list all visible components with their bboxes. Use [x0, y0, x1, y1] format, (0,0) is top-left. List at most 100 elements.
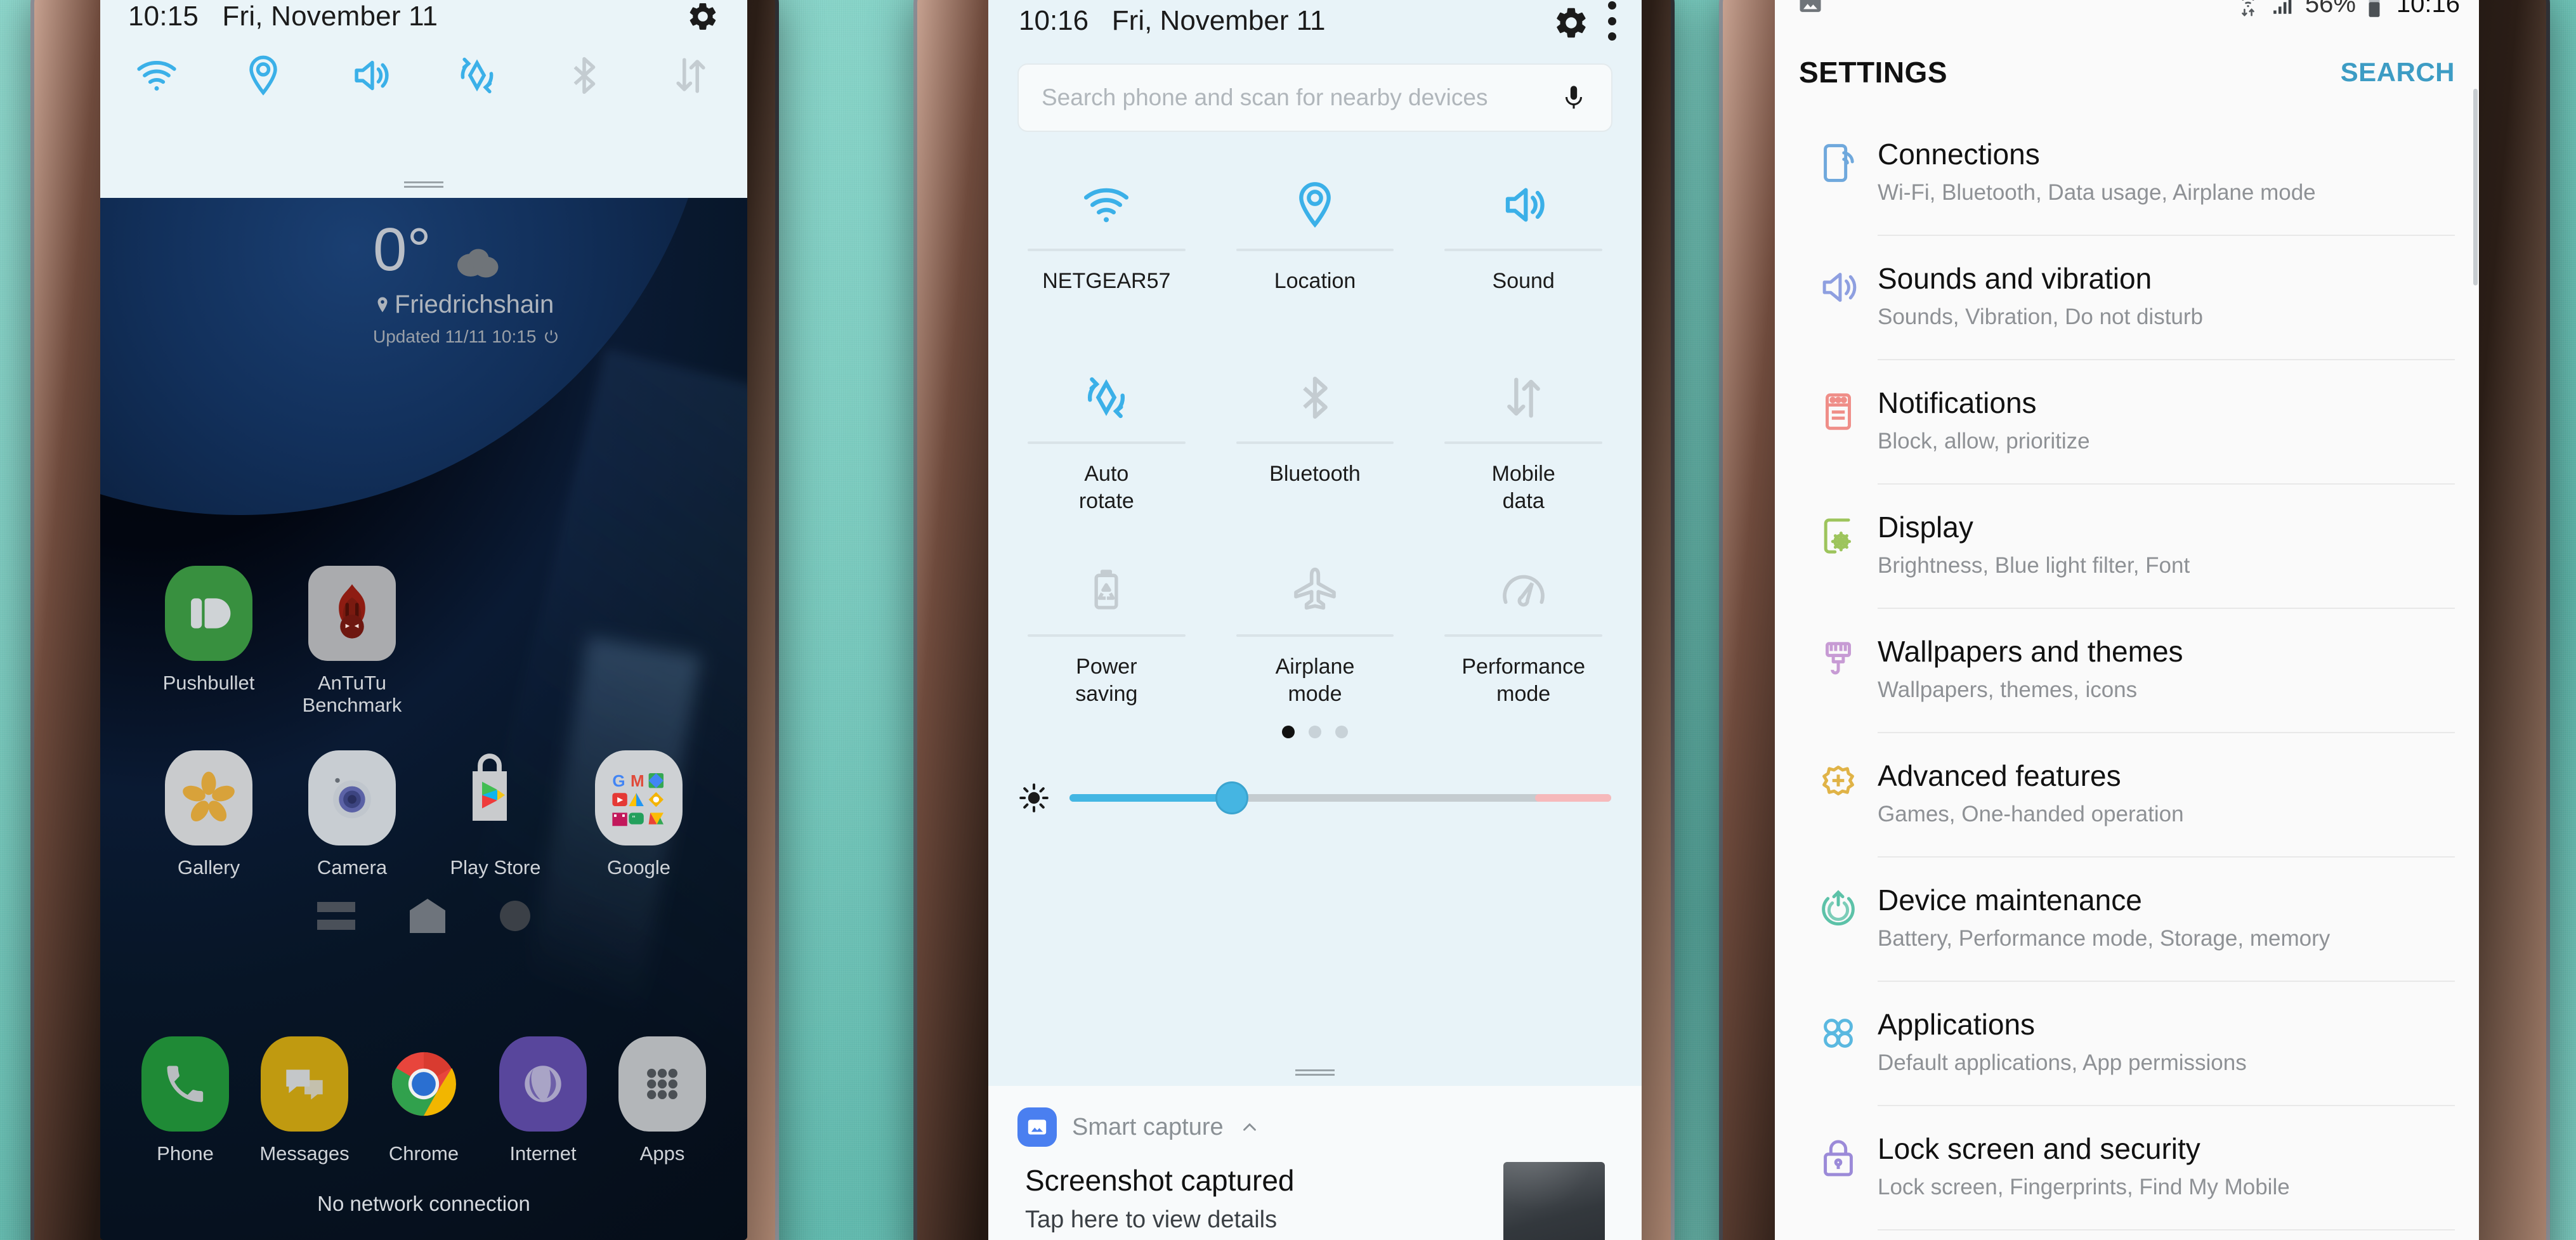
- chevron-up-icon[interactable]: [1239, 1116, 1260, 1138]
- p2-tile-row-1: NETGEAR57 Location Sound: [1002, 153, 1628, 323]
- back-icon[interactable]: [500, 901, 530, 931]
- tile-label: NETGEAR57: [1042, 269, 1171, 293]
- p2-notification-card[interactable]: Smart capture Screenshot captured Tap he…: [988, 1086, 1642, 1240]
- phone-3-screen: 56% 10:16 SETTINGS SEARCH Connections Wi…: [1775, 0, 2479, 1240]
- gear-icon[interactable]: [1553, 4, 1586, 38]
- settings-item-text: Notifications Block, allow, prioritize: [1878, 360, 2455, 454]
- page-dot-3[interactable]: [1335, 726, 1348, 738]
- gear-icon[interactable]: [686, 0, 719, 33]
- p1-panel-drag-handle[interactable]: [404, 181, 443, 188]
- p2-clock-date: 10:16 Fri, November 11: [1019, 5, 1553, 37]
- settings-item-device-maintenance[interactable]: Device maintenance Battery, Performance …: [1775, 858, 2479, 982]
- settings-item-lock-screen-and-security[interactable]: Lock screen and security Lock screen, Fi…: [1775, 1106, 2479, 1230]
- dock-label: Phone: [157, 1142, 214, 1165]
- p2-brightness-row: [988, 781, 1642, 814]
- settings-item-applications[interactable]: Applications Default applications, App p…: [1775, 982, 2479, 1106]
- settings-item-advanced-features[interactable]: Advanced features Games, One-handed oper…: [1775, 733, 2479, 858]
- app-gallery[interactable]: Gallery: [137, 750, 280, 879]
- settings-item-title: Applications: [1878, 1008, 2036, 1041]
- tile-separator: [1028, 441, 1186, 444]
- p1-app-row-2: Gallery Camera Play Store G M " Google: [137, 750, 710, 879]
- notification-thumbnail[interactable]: [1503, 1162, 1605, 1240]
- updown-arrows-icon[interactable]: [667, 52, 714, 99]
- auto-rotate-icon[interactable]: [454, 52, 500, 99]
- applications-icon: [1799, 982, 1878, 1055]
- settings-item-display[interactable]: Display Brightness, Blue light filter, F…: [1775, 485, 2479, 609]
- page-dot-2[interactable]: [1309, 726, 1321, 738]
- wifi-data-icon: [2235, 0, 2261, 18]
- page-dot-1[interactable]: [1282, 726, 1295, 738]
- recents-icon[interactable]: [317, 902, 355, 930]
- tile-airplane-mode[interactable]: Airplane mode: [1211, 539, 1420, 709]
- phone-2-device: 10:16 Fri, November 11 Search phone and …: [913, 0, 1675, 1240]
- settings-item-title: Sounds and vibration: [1878, 262, 2152, 295]
- p3-status-bar: 56% 10:16: [1775, 0, 2479, 33]
- search-button[interactable]: SEARCH: [2341, 57, 2455, 88]
- svg-text:G: G: [612, 771, 625, 790]
- wifi-icon[interactable]: [133, 52, 180, 99]
- settings-item-connections[interactable]: Connections Wi-Fi, Bluetooth, Data usage…: [1775, 112, 2479, 236]
- p2-tile-row-2: Auto rotate Bluetooth Mobile data: [1002, 346, 1628, 516]
- app-play-store[interactable]: Play Store: [424, 750, 567, 879]
- tile-location[interactable]: Location: [1211, 153, 1420, 323]
- phone-2-screen: 10:16 Fri, November 11 Search phone and …: [988, 0, 1642, 1240]
- brightness-fill: [1069, 794, 1232, 802]
- tile-auto-rotate[interactable]: Auto rotate: [1002, 346, 1211, 516]
- tile-wifi[interactable]: NETGEAR57: [1002, 153, 1211, 323]
- search-input[interactable]: Search phone and scan for nearby devices: [1017, 63, 1612, 132]
- p1-status-message: No network connection: [317, 1192, 530, 1215]
- p2-panel-drag-handle[interactable]: [1295, 1069, 1335, 1076]
- tile-power-saving[interactable]: Power saving: [1002, 539, 1211, 709]
- power-saving-battery-icon: [1002, 551, 1211, 630]
- dock-chrome[interactable]: Chrome: [364, 1036, 483, 1165]
- location-pin-small-icon: [373, 296, 392, 315]
- tile-label: Power saving: [1075, 655, 1138, 706]
- settings-item-sounds-and-vibration[interactable]: Sounds and vibration Sounds, Vibration, …: [1775, 236, 2479, 360]
- p2-page-dots[interactable]: [988, 726, 1642, 738]
- microphone-icon[interactable]: [1559, 83, 1588, 112]
- settings-item-title: Connections: [1878, 138, 2040, 171]
- phone-3-device: 56% 10:16 SETTINGS SEARCH Connections Wi…: [1719, 0, 2550, 1240]
- bluetooth-icon[interactable]: [561, 52, 608, 99]
- tile-mobile-data[interactable]: Mobile data: [1419, 346, 1628, 516]
- app-empty-slot-1: [424, 566, 567, 716]
- airplane-icon: [1211, 551, 1420, 630]
- scrollbar[interactable]: [2473, 89, 2478, 285]
- brightness-slider-knob[interactable]: [1215, 781, 1249, 814]
- tile-performance-mode[interactable]: Performance mode: [1419, 539, 1628, 709]
- settings-item-text: Lock screen and security Lock screen, Fi…: [1878, 1106, 2455, 1200]
- dock-messages[interactable]: Messages: [245, 1036, 364, 1165]
- dock-phone[interactable]: Phone: [126, 1036, 245, 1165]
- home-icon[interactable]: [410, 899, 445, 933]
- p3-settings-header: SETTINGS SEARCH: [1775, 33, 2479, 112]
- sound-icon: [1799, 236, 1878, 310]
- p1-quick-settings-panel: 10:15 Fri, November 11: [100, 0, 747, 198]
- tile-label: Mobile data: [1491, 462, 1555, 513]
- tile-sound[interactable]: Sound: [1419, 153, 1628, 323]
- app-pushbullet[interactable]: Pushbullet: [137, 566, 280, 716]
- dock-apps[interactable]: Apps: [603, 1036, 722, 1165]
- tile-separator: [1444, 249, 1603, 251]
- tile-bluetooth[interactable]: Bluetooth: [1211, 346, 1420, 516]
- refresh-icon[interactable]: [542, 328, 560, 346]
- settings-item-wallpapers-and-themes[interactable]: Wallpapers and themes Wallpapers, themes…: [1775, 609, 2479, 733]
- weather-widget[interactable]: 0° Friedrichshain Updated 11/11 10:15: [373, 219, 703, 347]
- p3-status-right: 56% 10:16: [2235, 0, 2460, 20]
- tile-separator: [1444, 441, 1603, 444]
- settings-item-notifications[interactable]: Notifications Block, allow, prioritize: [1775, 360, 2479, 485]
- app-camera[interactable]: Camera: [280, 750, 424, 879]
- settings-item-title: Wallpapers and themes: [1878, 635, 2183, 668]
- speaker-icon[interactable]: [347, 52, 394, 99]
- kebab-menu-icon[interactable]: [1607, 1, 1616, 41]
- battery-icon: [2365, 0, 2384, 20]
- chrome-icon: [380, 1036, 467, 1132]
- app-google-folder[interactable]: G M " Google: [567, 750, 710, 879]
- app-antutu[interactable]: AnTuTu Benchmark: [280, 566, 424, 716]
- brightness-slider[interactable]: [1069, 781, 1611, 814]
- connections-icon: [1799, 112, 1878, 185]
- settings-item-text: Display Brightness, Blue light filter, F…: [1878, 485, 2455, 578]
- settings-item-subtitle: Brightness, Blue light filter, Font: [1878, 553, 2190, 578]
- location-pin-icon[interactable]: [240, 52, 287, 99]
- dock-internet[interactable]: Internet: [483, 1036, 603, 1165]
- p1-time: 10:15: [128, 1, 199, 32]
